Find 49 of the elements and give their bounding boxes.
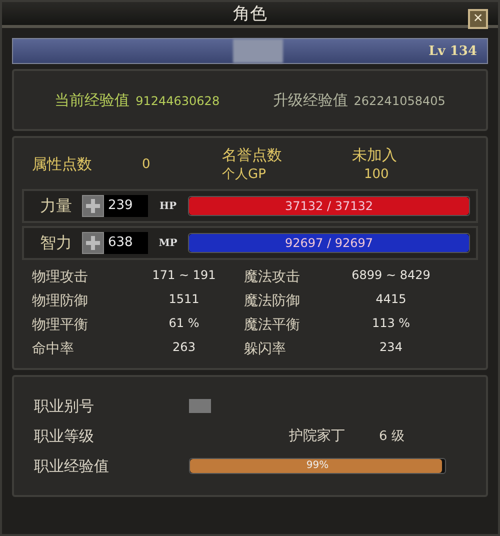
bar-reading: 99% [305, 459, 330, 473]
stat-number: 263 [172, 340, 196, 356]
bar-reading: 92697 / 92697 [284, 235, 374, 252]
job-rank-level: 6 级 [379, 428, 404, 445]
stat-number: 61 % [168, 316, 200, 332]
stat-number: 4415 [374, 292, 408, 308]
stat-value: 239 [104, 195, 148, 217]
stat-number: 113 % [370, 316, 412, 332]
job-rank-name: 护院家丁 [289, 427, 346, 445]
add-point-button[interactable] [82, 195, 104, 217]
next-exp-value: 262241058405 [354, 94, 446, 108]
bar-reading: 37132 / 37132 [284, 198, 374, 215]
bar-label: MP [158, 238, 178, 248]
bar-label: HP [158, 200, 178, 212]
stat-label: 物理攻击 [32, 268, 89, 286]
stat-label: 物理平衡 [32, 316, 89, 334]
next-exp-label: 升级经验值 [272, 91, 348, 109]
current-exp-value: 91244630628 [136, 94, 220, 108]
add-point-button[interactable] [82, 232, 104, 254]
honor-points-label: 名誉点数 [222, 146, 283, 165]
job-exp-label: 职业经验值 [34, 456, 110, 476]
stat-name: 力量 [39, 196, 73, 216]
plus-icon [86, 199, 100, 213]
stat-label: 物理防御 [32, 292, 89, 310]
stat-label: 命中率 [32, 340, 75, 358]
job-alias-label: 职业别号 [34, 396, 95, 416]
level-label: Lv 134 [428, 44, 477, 58]
stat-number: 171 ~ 191 [151, 268, 217, 284]
stat-number: 1511 [168, 292, 200, 308]
close-button[interactable]: × [468, 9, 488, 29]
stat-number: 234 [378, 340, 404, 356]
stat-number: 6899 ~ 8429 [350, 268, 432, 284]
plus-icon [86, 236, 100, 250]
gp-label: 个人GP [222, 166, 267, 183]
honor-status: 未加入 [352, 146, 398, 165]
stat-label: 躲闪率 [244, 340, 287, 358]
stat-label: 魔法攻击 [244, 268, 301, 286]
current-exp-label: 当前经验值 [54, 91, 130, 109]
gp-value: 100 [363, 166, 390, 182]
stat-label: 魔法防御 [244, 292, 301, 310]
stat-label: 魔法平衡 [244, 316, 301, 334]
job-rank-label: 职业等级 [34, 426, 95, 446]
attr-points-value: 0 [142, 157, 152, 172]
stat-name: 智力 [39, 232, 73, 254]
window-title: 角色 [233, 3, 267, 25]
stat-value: 638 [104, 232, 148, 254]
attr-points-label: 属性点数 [31, 155, 93, 174]
redaction-block [233, 39, 283, 63]
redaction-block [189, 399, 211, 413]
